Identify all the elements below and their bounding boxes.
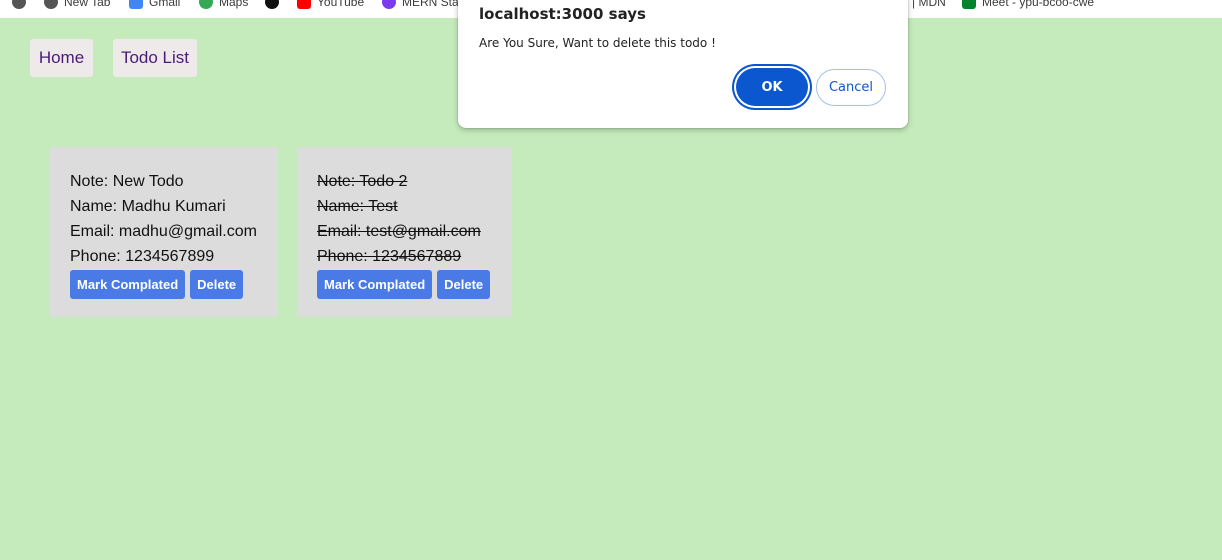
cancel-button[interactable]: Cancel — [816, 69, 886, 106]
mark-completed-button[interactable]: Mark Complated — [70, 270, 186, 299]
todo-email: Email: test@gmail.com — [317, 223, 481, 240]
bookmark-youtube[interactable]: YouTube — [297, 0, 364, 11]
todo-actions: Mark Complated Delete — [317, 270, 492, 299]
bookmark-meet[interactable]: Meet - ypu-bcoo-cwe — [962, 0, 1094, 11]
bookmark-github[interactable] — [265, 0, 279, 11]
meet-icon — [962, 0, 976, 9]
delete-button[interactable]: Delete — [437, 270, 491, 299]
bookmark-new-tab[interactable]: New Tab — [44, 0, 110, 11]
todo-name: Name: Test — [317, 198, 398, 215]
todo-phone: Phone: 1234567889 — [317, 248, 462, 265]
todo-actions: Mark Complated Delete — [70, 270, 258, 299]
bookmark-gmail[interactable]: Gmail — [129, 0, 180, 11]
todo-email: Email: madhu@gmail.com — [70, 223, 257, 240]
mern-icon — [382, 0, 396, 9]
confirm-dialog: localhost:3000 says Are You Sure, Want t… — [458, 0, 908, 128]
chrome-icon — [44, 0, 58, 9]
bookmark-maps[interactable]: Maps — [199, 0, 248, 11]
chrome-icon — [12, 0, 26, 9]
dialog-title: localhost:3000 says — [479, 5, 646, 23]
youtube-icon — [297, 0, 311, 9]
ok-button[interactable]: OK — [736, 68, 808, 106]
todo-note: Note: Todo 2 — [317, 173, 408, 190]
dialog-message: Are You Sure, Want to delete this todo ! — [479, 36, 716, 50]
github-icon — [265, 0, 279, 9]
todo-note: Note: New Todo — [70, 173, 184, 190]
todo-card: Note: New Todo Name: Madhu Kumari Email:… — [50, 147, 278, 317]
todo-card-completed: Note: Todo 2 Name: Test Email: test@gmai… — [297, 147, 512, 317]
todo-phone: Phone: 1234567899 — [70, 248, 215, 265]
bookmark-mern[interactable]: MERN Sta — [382, 0, 459, 11]
nav-home-link[interactable]: Home — [30, 39, 93, 77]
bookmark-item[interactable] — [12, 0, 26, 11]
nav-todo-list-link[interactable]: Todo List — [113, 39, 197, 77]
delete-button[interactable]: Delete — [190, 270, 244, 299]
todo-name: Name: Madhu Kumari — [70, 198, 226, 215]
mark-completed-button[interactable]: Mark Complated — [317, 270, 433, 299]
bookmark-mdn[interactable]: | MDN — [912, 0, 946, 11]
maps-pin-icon — [199, 0, 213, 9]
gmail-icon — [129, 0, 143, 9]
